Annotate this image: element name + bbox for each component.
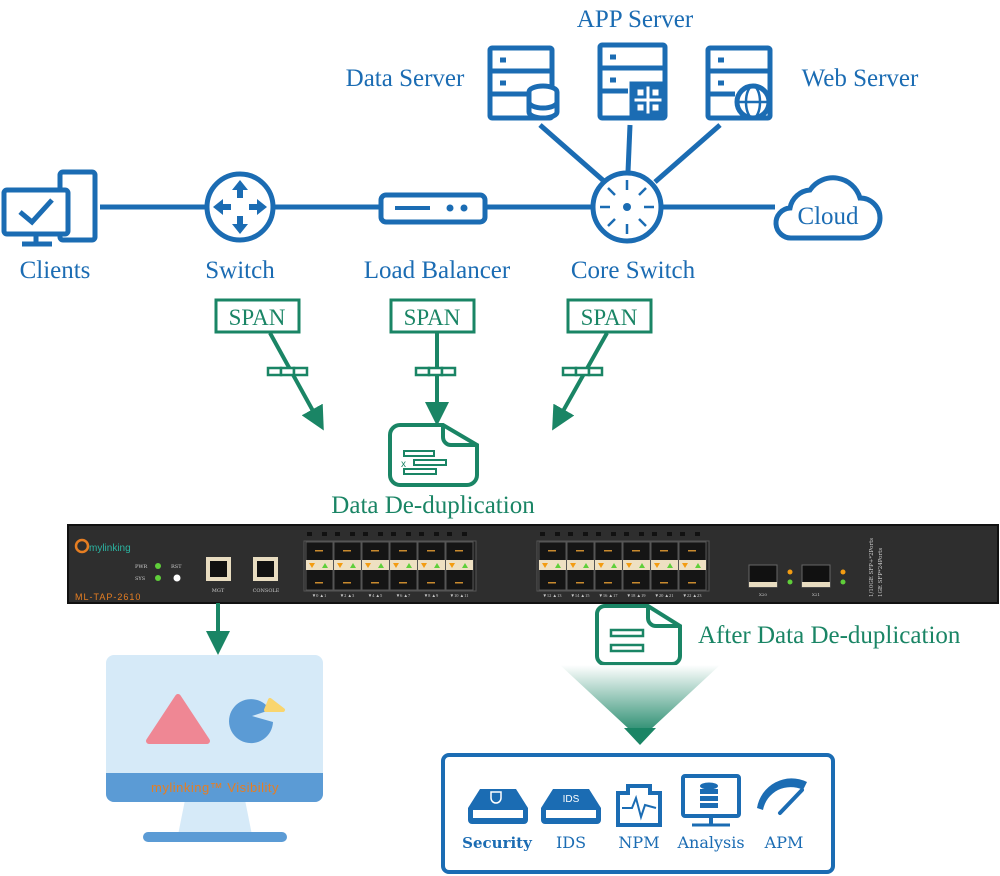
web-server-label: Web Server (802, 65, 919, 92)
side-text-1: 1/10GE SFP+*2Ports (869, 538, 875, 597)
funnel-shape (560, 665, 720, 730)
x20-label: X20 (759, 592, 767, 597)
port-number-label: ▼20 ▲21 (654, 593, 673, 598)
switch-router-icon (204, 171, 276, 243)
link-core-appserver (625, 124, 633, 173)
tool-label: APM (764, 833, 804, 852)
port-number-label: ▼10 ▲11 (450, 593, 469, 598)
tool-label: Analysis (676, 833, 744, 852)
monitor-base (143, 832, 287, 842)
clients-icon (1, 169, 98, 247)
ids-badge: IDS (563, 794, 580, 805)
core-switch-label: Core Switch (571, 257, 696, 284)
switch-label: Switch (205, 257, 275, 284)
visibility-monitor: mylinking™ Visibility (106, 655, 323, 842)
console-label: CONSOLE (253, 588, 280, 594)
port-number-label: ▼12 ▲13 (542, 593, 562, 598)
rst-label: RST (171, 564, 182, 570)
link-core-webserver (653, 123, 722, 184)
span-arrow (268, 332, 324, 431)
tool-label: IDS (556, 833, 586, 852)
shield-appliance-icon (468, 789, 528, 824)
side-text-2: 1GE SFP*24Ports (878, 548, 884, 597)
core-switch-icon (590, 170, 664, 244)
port-number-label: ▼18 ▲19 (626, 593, 646, 598)
data-server-label: Data Server (346, 65, 465, 92)
packet-segments-icon (414, 366, 457, 377)
packet-segments-icon (266, 366, 309, 377)
cloud-label: Cloud (797, 203, 859, 230)
visibility-caption: mylinking™ Visibility (151, 780, 279, 795)
clients-label: Clients (20, 257, 91, 284)
sys-led (155, 575, 161, 581)
sys-label: SYS (135, 576, 146, 582)
port-number-label: ▼6 ▲7 (396, 593, 411, 598)
pwr-led (155, 563, 161, 569)
port-number-label: ▼22 ▲23 (682, 593, 702, 598)
port-number-label: ▼16 ▲17 (598, 593, 618, 598)
tool-label: Security (462, 834, 533, 852)
reset-button[interactable] (173, 574, 181, 582)
after-dedup-file-icon (595, 604, 682, 666)
network-tap-device: mylinking ML-TAP-2610 PWR SYS RST MGT CO… (67, 524, 999, 604)
span-tap-3: SPAN (552, 298, 653, 431)
model-label: ML-TAP-2610 (75, 592, 141, 602)
load-balancer-label: Load Balancer (364, 257, 511, 284)
funnel-arrow-icon (624, 728, 656, 745)
sfp-port-group-2: ▼12 ▲13 ▼14 ▲15 ▼16 ▲17 ▼18 ▲19 ▼20 ▲21 ▼22 ▲… (536, 532, 710, 598)
after-dedup-label: After Data De-duplication (698, 622, 961, 649)
brand-text: mylinking (89, 543, 131, 554)
span-tap-2: SPAN (389, 298, 476, 426)
port-number-label: ▼4 ▲5 (368, 593, 383, 598)
dedup-title: Data De-duplication (331, 492, 535, 519)
port-number-label: ▼2 ▲3 (340, 593, 355, 598)
span-label: SPAN (404, 305, 461, 330)
link-core-dataserver (538, 123, 607, 184)
pwr-label: PWR (135, 564, 148, 570)
load-balancer-icon (378, 192, 488, 225)
svg-text:x: x (401, 459, 406, 470)
dedup-file-icon: x (388, 423, 479, 487)
packet-segments-icon (561, 366, 604, 377)
mgt-label: MGT (212, 588, 225, 594)
diagram-canvas: Clients Switch Load Balancer Core Switch (1, 6, 999, 874)
span-arrow (552, 332, 609, 431)
port-number-label: ▼0 ▲1 (312, 593, 327, 598)
port-number-label: ▼14 ▲15 (570, 593, 590, 598)
web-server-icon (705, 45, 773, 121)
data-server-icon (487, 45, 560, 121)
span-tap-1: SPAN (214, 298, 324, 431)
app-server-icon (597, 42, 668, 121)
x21-label: X21 (812, 592, 820, 597)
app-server-label: APP Server (577, 6, 694, 33)
span-label: SPAN (581, 305, 638, 330)
span-label: SPAN (229, 305, 286, 330)
port-number-label: ▼8 ▲9 (424, 593, 439, 598)
tool-label: NPM (618, 833, 659, 852)
sfp-port-group-1: ▼0 ▲1 ▼2 ▲3 ▼4 ▲5 ▼6 ▲7 ▼8 ▲9 ▼10 ▲11 (303, 532, 477, 598)
